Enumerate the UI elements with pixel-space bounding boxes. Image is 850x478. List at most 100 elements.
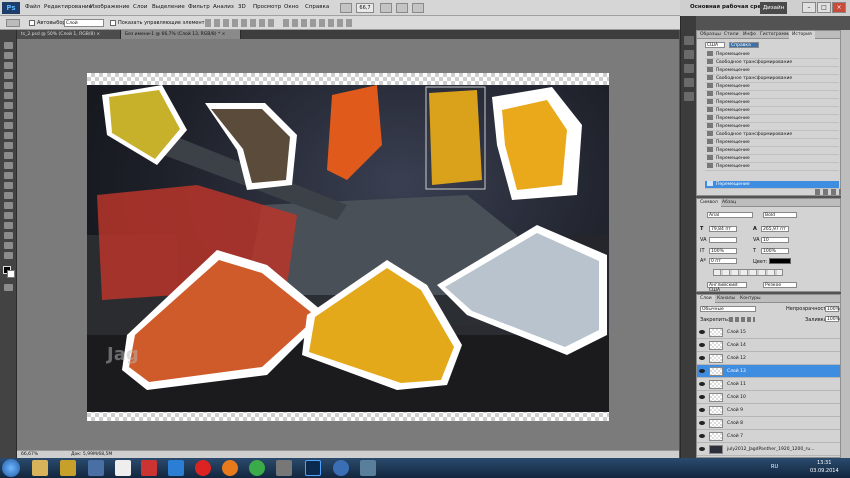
app-icon[interactable] [276,460,292,476]
type-tool-icon[interactable] [4,192,13,199]
dodge-tool-icon[interactable] [4,172,13,179]
opacity-field[interactable]: 100% [825,306,840,312]
history-item[interactable]: Свободное трансформирование [705,131,839,139]
document-icon[interactable] [115,460,131,476]
screen-mode-icon[interactable] [412,3,424,13]
3d-orbit-tool-icon[interactable] [4,232,13,239]
antialias-select[interactable]: Резкое [763,282,797,288]
firefox-icon[interactable] [222,460,238,476]
composite-image[interactable]: Jag [87,85,609,412]
eye-icon[interactable] [699,356,705,360]
hand-tool-icon[interactable] [4,242,13,249]
internet-explorer-icon[interactable] [168,460,184,476]
history-item[interactable]: Перемещение [705,107,839,115]
tab-document-1[interactable]: ts_2.psd @ 50% (Слой 1, RGB/8) × [17,30,121,39]
eye-icon[interactable] [699,408,705,412]
save-icon[interactable] [88,460,104,476]
eye-icon[interactable] [699,434,705,438]
autoselect-checkbox[interactable] [29,20,35,26]
text-color-swatch[interactable] [769,258,791,264]
keyboard-language[interactable]: RU [771,464,778,470]
shape-tool-icon[interactable] [4,212,13,219]
panel-scrollbar[interactable] [841,30,850,458]
lasso-tool-icon[interactable] [4,62,13,69]
quick-select-tool-icon[interactable] [4,72,13,79]
gradient-tool-icon[interactable] [4,152,13,159]
minimize-button[interactable]: – [802,2,816,13]
tab-swatches[interactable]: Образцы [697,31,724,39]
eyedropper-tool-icon[interactable] [4,92,13,99]
tab-paragraph[interactable]: Абзац [719,199,739,207]
history-item[interactable]: Перемещение [705,99,839,107]
layer-row[interactable]: Слой 12 [697,352,840,365]
layer-row[interactable]: Слой 9 [697,404,840,417]
close-button[interactable]: × [832,2,846,13]
history-item[interactable]: Перемещение [705,91,839,99]
zoom-level-combo[interactable]: 66,7 [356,3,374,13]
history-help-field[interactable]: Справка [729,42,759,48]
history-item[interactable]: Перемещение [705,51,839,59]
3d-rotate-tool-icon[interactable] [4,222,13,229]
path-selection-tool-icon[interactable] [4,202,13,209]
start-button-icon[interactable] [2,459,20,477]
kerning-field[interactable] [709,237,737,243]
marquee-tool-icon[interactable] [4,52,13,59]
transform-controls-checkbox[interactable] [110,20,116,26]
masks-panel-icon[interactable] [684,92,694,101]
layer-row[interactable]: july2012_JagdPanther_1920_1200_ru... [697,443,840,456]
history-item[interactable]: Перемещение [705,147,839,155]
quick-mask-icon[interactable] [4,284,13,291]
fill-field[interactable]: 100% [825,316,840,322]
eye-icon[interactable] [699,421,705,425]
font-style-select[interactable]: Bold [763,212,797,218]
eye-icon[interactable] [699,369,705,373]
move-tool-icon[interactable] [4,42,13,49]
eye-icon[interactable] [699,395,705,399]
horizontal-scale-field[interactable]: 100% [761,248,789,254]
arrange-docs-icon[interactable] [396,3,408,13]
app-icon[interactable] [333,460,349,476]
workspace-label[interactable]: Основная рабочая среда [690,4,769,10]
history-item[interactable]: Свободное трансформирование [705,75,839,83]
tab-character[interactable]: Символ [697,199,721,207]
pen-tool-icon[interactable] [4,182,13,189]
vertical-scale-field[interactable]: 100% [709,248,737,254]
blend-mode-select[interactable]: Обычные [700,306,756,312]
media-icon[interactable] [141,460,157,476]
move-tool-preset-icon[interactable] [6,19,20,27]
language-select[interactable]: Английский: США [707,282,747,293]
status-zoom[interactable]: 66,67% [21,452,38,457]
history-item[interactable]: Перемещение [705,139,839,147]
menu-filter[interactable]: Фильтр [188,4,210,10]
photoshop-taskbar-icon[interactable] [305,460,321,476]
menu-file[interactable]: Файл [25,4,40,10]
clock-time[interactable]: 13:31 [817,460,831,466]
maximize-button[interactable]: □ [817,2,831,13]
crop-tool-icon[interactable] [4,82,13,89]
status-doc-size[interactable]: Док: 5,99M/68,5M [71,452,112,457]
distribute-buttons-icon[interactable] [283,19,353,27]
eye-icon[interactable] [699,330,705,334]
tab-channels[interactable]: Каналы [714,295,738,303]
blur-tool-icon[interactable] [4,162,13,169]
brush-tool-icon[interactable] [4,112,13,119]
app-icon[interactable] [360,460,376,476]
baseline-shift-field[interactable]: 0 пт [709,258,737,264]
lock-buttons-icon[interactable] [729,317,755,322]
bridge-icon[interactable] [340,3,352,13]
history-item[interactable]: Перемещение [705,123,839,131]
swatches-panel-icon[interactable] [684,50,694,59]
menu-view[interactable]: Просмотр [253,4,281,10]
autoselect-target-select[interactable]: Слой [64,19,104,27]
clock-date[interactable]: 03.09.2014 [810,468,839,474]
eye-icon[interactable] [699,382,705,386]
history-item[interactable]: Перемещение [705,83,839,91]
history-item[interactable]: Свободное трансформирование [705,59,839,67]
layer-row-selected[interactable]: Слой 13 [697,365,840,378]
layer-row[interactable]: Слой 14 [697,339,840,352]
font-size-field[interactable]: 79,84 пт [709,226,737,232]
menu-help[interactable]: Справка [305,4,329,10]
tab-layers[interactable]: Слои [697,295,715,303]
history-item[interactable]: Перемещение [705,163,839,171]
background-color-swatch[interactable] [7,270,15,278]
